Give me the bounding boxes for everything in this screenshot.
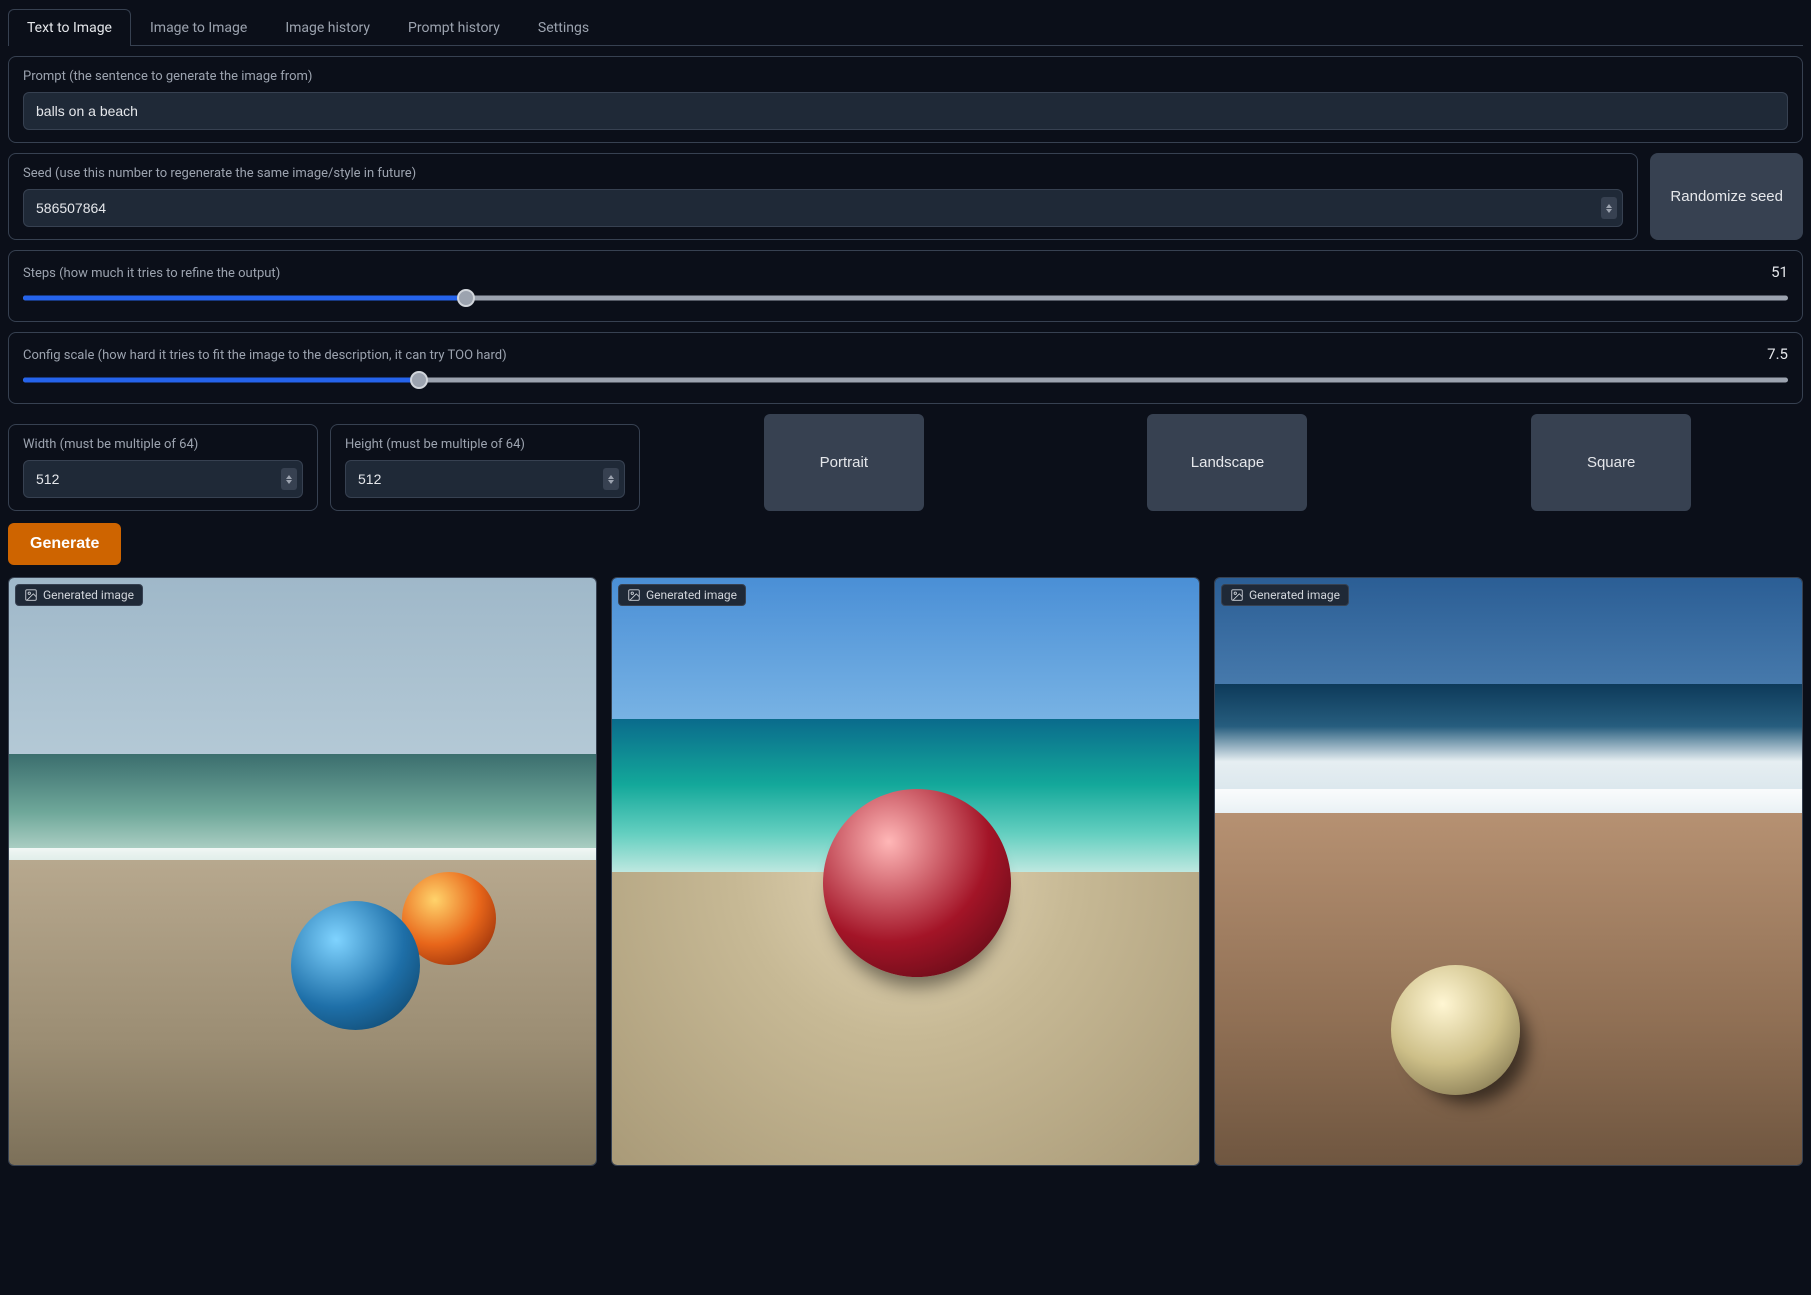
seed-panel: Seed (use this number to regenerate the … (8, 153, 1638, 240)
tab-settings[interactable]: Settings (519, 9, 608, 46)
seed-stepper[interactable] (1601, 197, 1617, 219)
steps-slider-thumb[interactable] (457, 289, 475, 307)
height-panel: Height (must be multiple of 64) (330, 424, 640, 511)
width-input[interactable] (23, 460, 303, 498)
steps-panel: Steps (how much it tries to refine the o… (8, 250, 1803, 322)
generated-image-badge: Generated image (618, 584, 746, 606)
steps-label: Steps (how much it tries to refine the o… (23, 266, 280, 281)
config-scale-value: 7.5 (1767, 345, 1788, 363)
steps-value: 51 (1771, 263, 1788, 281)
generated-image-1[interactable]: Generated image (8, 577, 597, 1166)
width-panel: Width (must be multiple of 64) (8, 424, 318, 511)
prompt-label: Prompt (the sentence to generate the ima… (23, 69, 1788, 84)
square-button[interactable]: Square (1531, 414, 1691, 511)
generated-image-badge: Generated image (15, 584, 143, 606)
tab-image-history[interactable]: Image history (266, 9, 389, 46)
generated-image-caption: Generated image (43, 588, 134, 602)
prompt-input[interactable] (23, 92, 1788, 130)
height-input[interactable] (345, 460, 625, 498)
generated-image-2[interactable]: Generated image (611, 577, 1200, 1166)
image-icon (627, 588, 641, 602)
image-icon (1230, 588, 1244, 602)
config-scale-label: Config scale (how hard it tries to fit t… (23, 348, 507, 363)
seed-input[interactable] (23, 189, 1623, 227)
tab-bar: Text to Image Image to Image Image histo… (8, 8, 1803, 46)
seed-label: Seed (use this number to regenerate the … (23, 166, 1623, 181)
generated-image-3[interactable]: Generated image (1214, 577, 1803, 1166)
height-stepper[interactable] (603, 468, 619, 490)
portrait-button[interactable]: Portrait (764, 414, 924, 511)
landscape-button[interactable]: Landscape (1147, 414, 1307, 511)
width-label: Width (must be multiple of 64) (23, 437, 303, 452)
generate-button[interactable]: Generate (8, 523, 121, 565)
image-icon (24, 588, 38, 602)
generated-gallery: Generated image Generated image Generate… (8, 577, 1803, 1166)
generated-image-badge: Generated image (1221, 584, 1349, 606)
tab-text-to-image[interactable]: Text to Image (8, 9, 131, 46)
config-scale-slider[interactable] (23, 369, 1788, 391)
tab-prompt-history[interactable]: Prompt history (389, 9, 519, 46)
config-scale-slider-thumb[interactable] (410, 371, 428, 389)
height-label: Height (must be multiple of 64) (345, 437, 625, 452)
generated-image-caption: Generated image (1249, 588, 1340, 602)
prompt-panel: Prompt (the sentence to generate the ima… (8, 56, 1803, 143)
steps-slider[interactable] (23, 287, 1788, 309)
randomize-seed-button[interactable]: Randomize seed (1650, 153, 1803, 240)
tab-image-to-image[interactable]: Image to Image (131, 9, 266, 46)
generated-image-caption: Generated image (646, 588, 737, 602)
width-stepper[interactable] (281, 468, 297, 490)
config-scale-panel: Config scale (how hard it tries to fit t… (8, 332, 1803, 404)
